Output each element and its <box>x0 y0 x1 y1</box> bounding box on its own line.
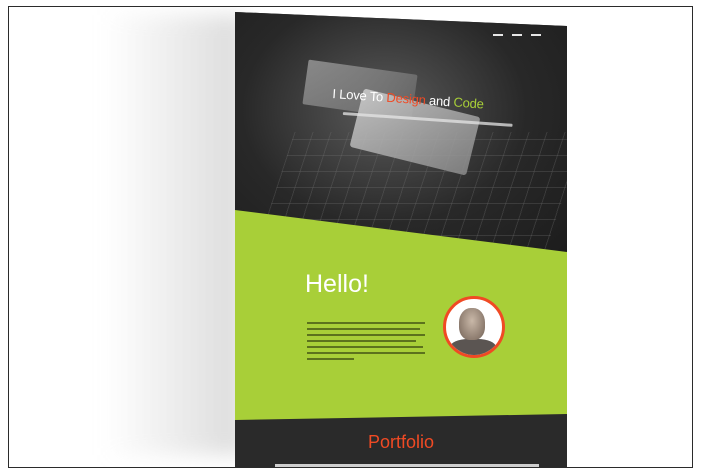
about-bio-text <box>307 322 425 364</box>
avatar-shoulders <box>450 339 496 355</box>
hero-heading-accent-design: Design <box>385 89 427 108</box>
avatar <box>443 296 505 358</box>
screenshot-frame: I Love To Design and Code Hello! Portfol… <box>8 6 693 468</box>
page-drop-shadow <box>104 15 244 455</box>
menu-dash <box>531 34 541 36</box>
about-title: Hello! <box>305 270 369 298</box>
hero-heading-accent-code: Code <box>453 94 485 112</box>
website-mockup: I Love To Design and Code Hello! Portfol… <box>235 12 567 467</box>
menu-dash <box>493 34 503 36</box>
menu-dots-icon[interactable] <box>493 34 541 36</box>
portfolio-preview-strip <box>275 464 539 467</box>
hero-heading-text: and <box>425 92 455 110</box>
avatar-face <box>459 308 485 340</box>
menu-dash <box>512 34 522 36</box>
portfolio-title: Portfolio <box>367 432 435 452</box>
